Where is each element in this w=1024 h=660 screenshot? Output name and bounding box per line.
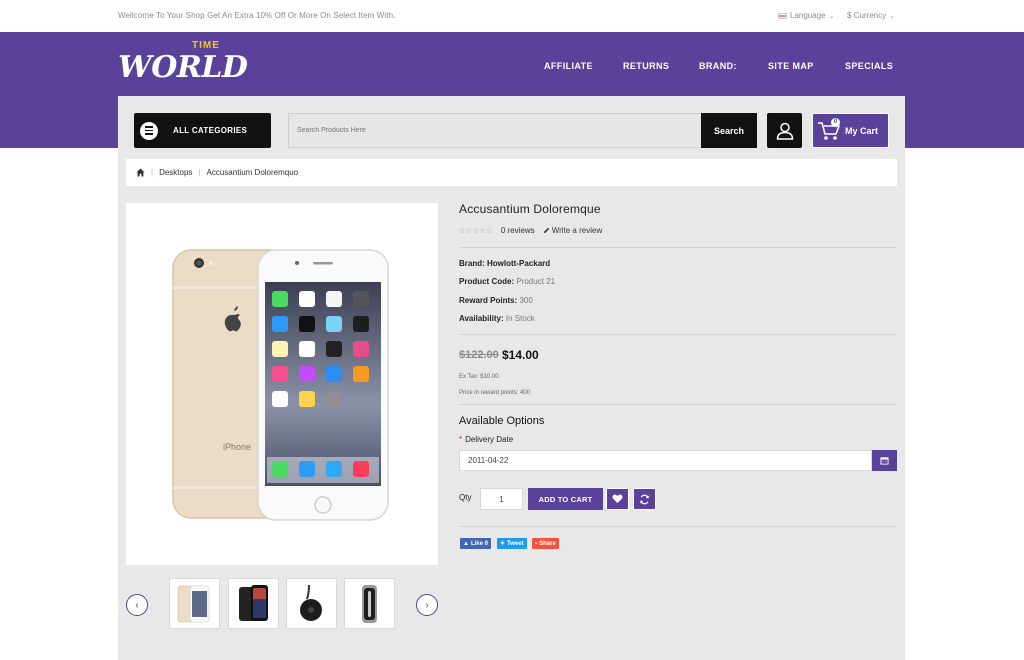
refresh-icon	[640, 494, 649, 504]
language-label: Language	[790, 11, 826, 20]
spec-product-code-label: Product Code:	[459, 277, 515, 286]
spec-product-code: Product Code: Product 21	[459, 277, 555, 286]
share-icon: ▪	[535, 540, 538, 547]
breadcrumb-separator: |	[151, 168, 154, 177]
divider	[459, 334, 897, 335]
all-categories-button[interactable]: ALL CATEGORIES	[134, 113, 271, 148]
currency-selector[interactable]: $ Currency ⌄	[847, 11, 895, 20]
product-title: Accusantium Doloremque	[459, 202, 601, 216]
svg-text:iPhone: iPhone	[223, 442, 251, 452]
delivery-date-label: * Delivery Date	[459, 435, 513, 444]
required-asterisk: *	[459, 435, 463, 444]
divider	[459, 404, 897, 405]
pencil-icon	[543, 227, 549, 234]
calendar-icon	[880, 457, 889, 465]
breadcrumb-separator: |	[198, 168, 201, 177]
home-icon[interactable]	[136, 168, 145, 177]
account-button[interactable]	[767, 113, 802, 148]
wishlist-button[interactable]	[606, 488, 629, 510]
rating-row: ☆☆☆☆☆ 0 reviews Write a review	[459, 226, 602, 235]
top-bar: Wellcome To Your Shop Get An Extra 10% O…	[0, 0, 1024, 32]
old-price: $122.00	[459, 349, 499, 361]
new-price: $14.00	[502, 348, 539, 362]
tweet-label: Tweet	[507, 540, 524, 547]
write-review-link[interactable]: Write a review	[543, 226, 603, 235]
star-rating-icon: ☆☆☆☆☆	[459, 227, 493, 235]
spec-product-code-value: Product 21	[516, 277, 556, 286]
heart-icon	[612, 494, 623, 504]
spec-brand: Brand: Howlott-Packard	[459, 259, 550, 268]
chevron-down-icon: ⌄	[828, 12, 835, 20]
user-icon	[776, 122, 793, 140]
cart-button[interactable]: 0 My Cart	[812, 113, 889, 148]
logo-word: WORLD	[118, 50, 248, 85]
search-button[interactable]: Search	[701, 113, 757, 148]
calendar-button[interactable]	[872, 450, 897, 471]
thumbnail-chromecast[interactable]	[286, 578, 337, 629]
delivery-date-input[interactable]: 2011-04-22	[459, 450, 872, 471]
breadcrumb: | Desktops | Accusantium Doloremquo	[126, 159, 897, 186]
share-button[interactable]: ▪ Share	[532, 538, 559, 549]
site-logo[interactable]: TIME WORLD	[118, 38, 248, 88]
breadcrumb-desktops[interactable]: Desktops	[159, 168, 192, 177]
quantity-input[interactable]: 1	[480, 488, 523, 510]
nav-site-map[interactable]: SITE MAP	[768, 61, 814, 71]
spec-availability: Availability: In Stock	[459, 314, 535, 323]
thumbnail-black-iphone[interactable]	[228, 578, 279, 629]
welcome-message: Wellcome To Your Shop Get An Extra 10% O…	[118, 11, 396, 20]
spec-availability-value: In Stock	[505, 314, 535, 323]
qty-label: Qty	[459, 493, 472, 502]
previous-thumb-button[interactable]: ‹	[126, 594, 148, 616]
divider	[459, 247, 897, 248]
cart-label: My Cart	[845, 125, 879, 136]
divider	[459, 526, 897, 527]
currency-label: $ Currency	[847, 11, 887, 20]
share-label: Share	[539, 540, 556, 547]
iphone-illustration: iPhone	[172, 249, 389, 521]
write-review-label: Write a review	[551, 226, 603, 235]
thumbnail-gold-iphone[interactable]	[169, 578, 220, 629]
search-input[interactable]	[288, 113, 701, 148]
nav-affiliate[interactable]: AFFILIATE	[544, 61, 593, 71]
reviews-link[interactable]: 0 reviews	[501, 226, 535, 235]
spec-brand-label: Brand:	[459, 259, 485, 268]
chevron-down-icon: ⌄	[889, 12, 895, 20]
all-categories-label: ALL CATEGORIES	[173, 126, 248, 135]
menu-icon	[140, 121, 158, 140]
delivery-date-text: Delivery Date	[465, 435, 514, 444]
ex-tax: Ex Tax: $10.00	[459, 374, 499, 380]
cart-count-badge: 0	[831, 117, 840, 127]
flag-icon	[778, 12, 787, 19]
cart-icon: 0	[817, 117, 841, 142]
spec-reward-points-label: Reward Points:	[459, 296, 518, 305]
spec-availability-label: Availability:	[459, 314, 504, 323]
facebook-like-button[interactable]: ▲ Like 0	[460, 538, 491, 549]
compare-button[interactable]	[633, 488, 656, 510]
nav-brand[interactable]: BRAND:	[699, 61, 737, 71]
add-to-cart-button[interactable]: ADD TO CART	[528, 488, 603, 510]
spec-reward-points-value: 300	[519, 296, 533, 305]
facebook-like-label: Like 0	[470, 540, 488, 547]
language-selector[interactable]: Language ⌄	[778, 11, 834, 20]
twitter-icon: ✦	[500, 541, 506, 547]
available-options-title: Available Options	[459, 415, 545, 427]
main-product-image[interactable]: iPhone	[126, 203, 438, 565]
thumbs-up-icon: ▲	[463, 540, 469, 547]
spec-reward-points: Reward Points: 300	[459, 296, 533, 305]
nav-returns[interactable]: RETURNS	[623, 61, 669, 71]
spec-brand-value[interactable]: Howlott-Packard	[487, 259, 550, 268]
breadcrumb-product[interactable]: Accusantium Doloremquo	[207, 168, 299, 177]
thumbnail-speaker[interactable]	[344, 578, 395, 629]
next-thumb-button[interactable]: ›	[416, 594, 438, 616]
tweet-button[interactable]: ✦ Tweet	[497, 538, 527, 549]
nav-specials[interactable]: SPECIALS	[845, 61, 893, 71]
reward-price: Price in reward points: 400	[459, 390, 531, 396]
